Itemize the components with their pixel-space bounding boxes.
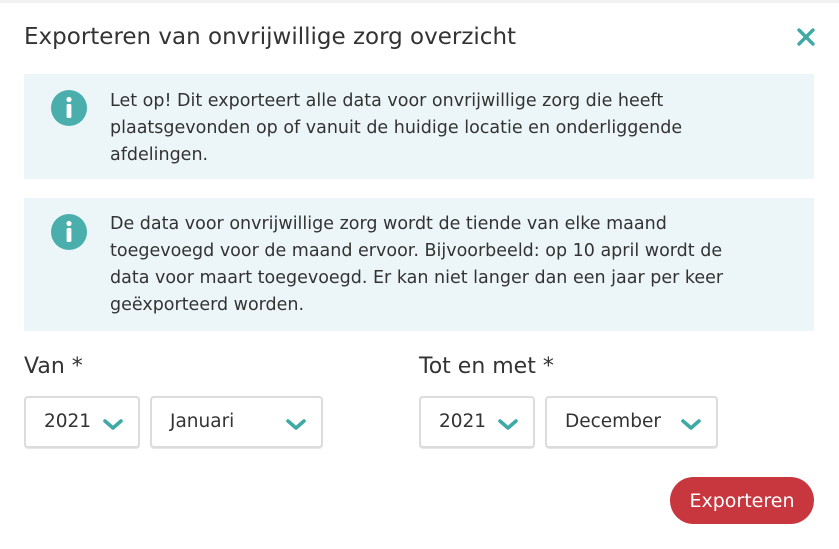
to-month-select[interactable]: December xyxy=(545,396,718,448)
chevron-down-icon xyxy=(102,418,124,432)
info-icon xyxy=(51,90,87,126)
chevron-down-icon xyxy=(285,418,307,432)
to-month-value: December xyxy=(565,411,661,432)
from-label: Van * xyxy=(24,354,83,379)
notice-text: De data voor onvrijwillige zorg wordt de… xyxy=(110,214,724,315)
info-notice-schedule: De data voor onvrijwillige zorg wordt de… xyxy=(24,198,814,331)
chevron-down-icon xyxy=(680,418,702,432)
from-month-value: Januari xyxy=(170,411,235,432)
to-year-select[interactable]: 2021 xyxy=(419,396,535,448)
from-month-select[interactable]: Januari xyxy=(150,396,323,448)
info-notice-location: Let op! Dit exporteert alle data voor on… xyxy=(24,74,814,179)
notice-text: Let op! Dit exporteert alle data voor on… xyxy=(110,91,683,165)
close-icon[interactable] xyxy=(794,25,818,49)
chevron-down-icon xyxy=(497,418,519,432)
from-year-value: 2021 xyxy=(44,411,92,432)
info-icon xyxy=(51,214,87,250)
to-year-value: 2021 xyxy=(439,411,487,432)
export-button[interactable]: Exporteren xyxy=(670,477,814,524)
to-label: Tot en met * xyxy=(419,354,554,379)
from-year-select[interactable]: 2021 xyxy=(24,396,140,448)
top-divider xyxy=(0,0,839,3)
dialog-title: Exporteren van onvrijwillige zorg overzi… xyxy=(24,24,517,50)
